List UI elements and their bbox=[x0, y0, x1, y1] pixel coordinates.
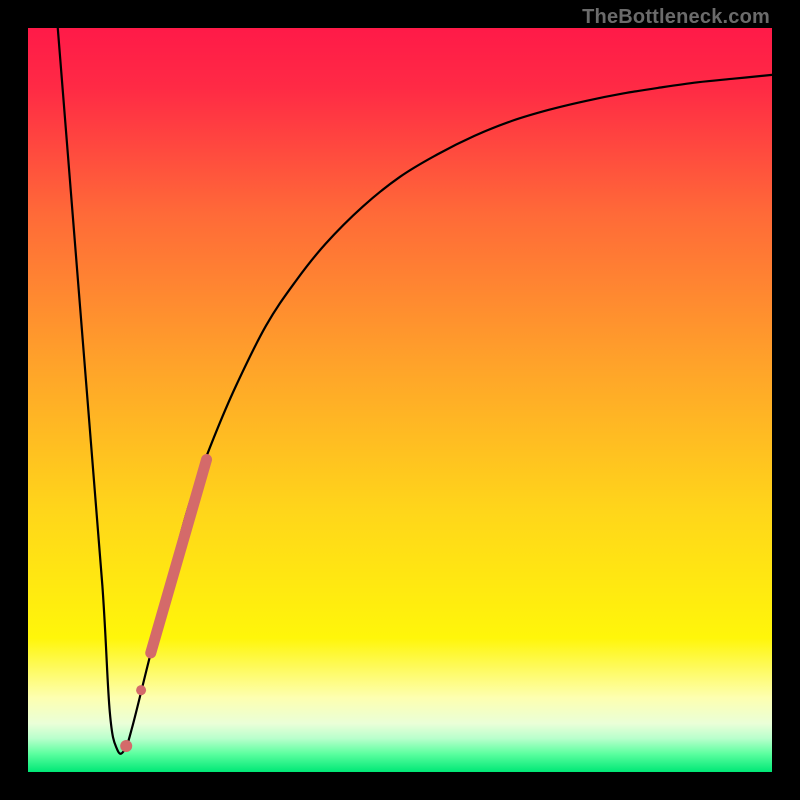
bottleneck-curve bbox=[58, 28, 772, 754]
highlight-segment bbox=[151, 460, 207, 653]
plot-area bbox=[28, 28, 772, 772]
chart-frame: TheBottleneck.com bbox=[0, 0, 800, 800]
highlight-dot-2 bbox=[120, 740, 132, 752]
watermark-text: TheBottleneck.com bbox=[582, 6, 770, 29]
chart-svg bbox=[28, 28, 772, 772]
highlight-dot-1 bbox=[136, 685, 146, 695]
